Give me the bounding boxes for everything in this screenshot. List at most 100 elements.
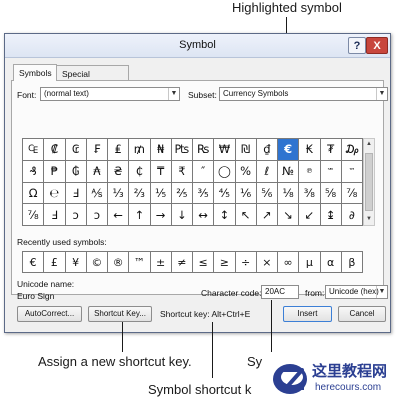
scroll-up-icon[interactable]: ▲ [364,139,374,150]
symbol-cell[interactable]: ₢ [65,139,87,161]
symbol-cell[interactable]: ₡ [44,139,66,161]
font-select[interactable]: (normal text) ▼ [40,87,180,101]
symbol-cell[interactable]: ″ [193,160,215,183]
dialog-titlebar[interactable]: Symbol ? X [5,34,390,58]
symbol-cell[interactable]: ₩ [214,139,236,161]
symbol-cell[interactable]: ↖ [235,204,257,226]
recent-symbol-cell[interactable]: µ [299,252,321,273]
symbol-cell[interactable]: ₴ [108,160,130,183]
symbol-cell[interactable]: ₹ [171,160,193,183]
symbol-cell[interactable]: ↘ [278,204,300,226]
symbol-cell[interactable]: Ⅎ [44,204,66,226]
symbol-cell[interactable]: № [278,160,300,183]
symbol-cell[interactable]: ₳ [86,160,108,183]
recent-symbol-cell[interactable]: ≥ [214,252,236,273]
char-code-label: Character code: [201,288,262,298]
symbol-cell[interactable]: € [278,139,300,161]
symbol-cell[interactable]: ⅔ [129,182,151,205]
tab-special-characters[interactable]: Special Characters [56,65,129,89]
symbol-cell[interactable]: ◯ [214,160,236,183]
symbol-cell[interactable]: ↓ [171,204,193,226]
autocorrect-button[interactable]: AutoCorrect... [17,306,82,322]
char-code-input[interactable]: 20AC [261,285,299,299]
symbol-cell[interactable]: ℮ [44,182,66,205]
insert-button[interactable]: Insert [283,306,332,322]
symbol-cell[interactable]: ₪ [235,139,257,161]
symbol-cell[interactable]: Ⅎ [65,182,87,205]
symbol-cell[interactable]: ⅘ [214,182,236,205]
symbol-cell[interactable]: ⅕ [150,182,172,205]
recent-symbol-cell[interactable]: ∞ [278,252,300,273]
recent-symbol-cell[interactable]: © [86,252,108,273]
cancel-button[interactable]: Cancel [338,306,386,322]
symbol-cell[interactable]: ⅜ [299,182,321,205]
symbol-cell[interactable]: ℗ [299,160,321,183]
symbol-cell[interactable]: ₭ [299,139,321,161]
from-select[interactable]: Unicode (hex) ▼ [325,285,388,299]
symbol-grid-scrollbar[interactable]: ▲ ▼ [363,138,375,226]
scroll-down-icon[interactable]: ▼ [364,214,374,225]
recent-symbol-cell[interactable]: α [320,252,342,273]
symbol-cell[interactable]: ₱ [44,160,66,183]
shortcut-key-button[interactable]: Shortcut Key... [88,306,152,322]
symbol-cell[interactable]: ⅍ [86,182,108,205]
symbol-cell[interactable]: ₤ [108,139,130,161]
symbol-cell[interactable]: ₸ [150,160,172,183]
symbol-cell[interactable]: ↗ [256,204,278,226]
symbol-cell[interactable]: ₵ [129,160,151,183]
symbol-cell[interactable]: ↑ [129,204,151,226]
subset-select[interactable]: Currency Symbols ▼ [219,87,388,101]
recent-symbol-cell[interactable]: ¥ [65,252,87,273]
symbol-cell[interactable]: ₦ [150,139,172,161]
symbol-cell[interactable]: ₮ [320,139,342,161]
symbol-cell[interactable]: ∂ [341,204,363,226]
symbol-cell[interactable]: ⅝ [320,182,342,205]
recent-symbol-cell[interactable]: ± [150,252,172,273]
symbol-cell[interactable]: ₧ [171,139,193,161]
symbol-cell[interactable]: ⅓ [108,182,130,205]
symbol-cell[interactable]: ₠ [23,139,45,161]
recent-symbol-cell[interactable]: β [341,252,363,273]
recent-symbol-cell[interactable]: ≠ [171,252,193,273]
recent-symbol-cell[interactable]: ™ [129,252,151,273]
recent-symbol-cell[interactable]: ® [108,252,130,273]
tab-symbols[interactable]: Symbols [13,64,57,81]
recent-symbol-cell[interactable]: € [23,252,45,273]
symbol-cell[interactable]: ₣ [86,139,108,161]
symbol-cell[interactable]: → [150,204,172,226]
chevron-down-icon: ▼ [168,88,179,100]
symbol-cell[interactable]: ⅞ [23,204,45,226]
symbol-cell[interactable]: ↙ [299,204,321,226]
symbol-cell[interactable]: Ω [23,182,45,205]
symbol-cell[interactable]: ⅚ [256,182,278,205]
symbol-cell[interactable]: ™ [341,160,363,183]
symbol-cell[interactable]: ⅗ [193,182,215,205]
symbol-cell[interactable]: ⅞ [341,182,363,205]
symbol-cell[interactable]: ⅖ [171,182,193,205]
symbol-cell[interactable]: ↕ [214,204,236,226]
symbol-cell[interactable]: ↄ [86,204,108,226]
recent-symbol-cell[interactable]: ≤ [193,252,215,273]
symbol-cell[interactable]: ₯ [341,139,363,161]
recent-symbol-cell[interactable]: £ [44,252,66,273]
symbol-cell[interactable]: ₰ [23,160,45,183]
recent-symbol-cell[interactable]: × [256,252,278,273]
symbol-cell[interactable]: ₫ [256,139,278,161]
recent-symbol-cell[interactable]: ÷ [235,252,257,273]
symbol-cell[interactable]: ₥ [129,139,151,161]
symbol-cell[interactable]: ⅛ [278,182,300,205]
symbol-cell[interactable]: ← [108,204,130,226]
watermark-cn-text: 这里教程网 [312,362,388,380]
help-button[interactable]: ? [348,37,366,54]
symbol-cell[interactable]: % [235,160,257,183]
symbol-cell[interactable]: ℓ [256,160,278,183]
symbol-cell[interactable]: ⅙ [235,182,257,205]
symbol-cell[interactable]: ℠ [320,160,342,183]
close-button[interactable]: X [366,37,388,54]
symbol-cell[interactable]: ₨ [193,139,215,161]
symbol-cell[interactable]: ↨ [320,204,342,226]
symbol-cell[interactable]: ↔ [193,204,215,226]
symbol-cell[interactable]: ₲ [65,160,87,183]
scroll-thumb[interactable] [365,153,373,211]
symbol-cell[interactable]: ↄ [65,204,87,226]
